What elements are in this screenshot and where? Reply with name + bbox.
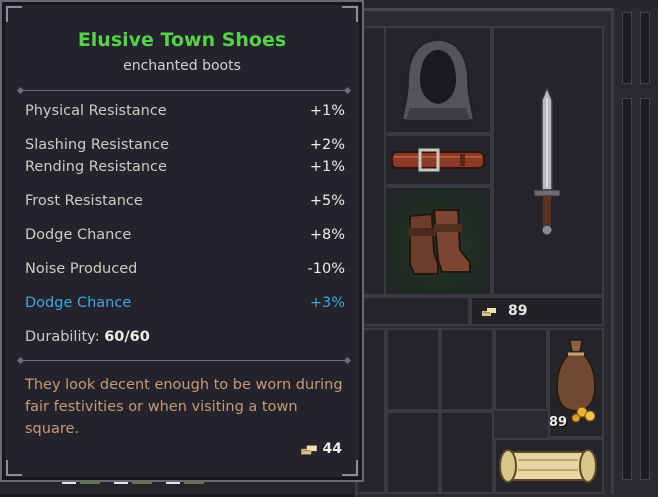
right-pillar (611, 8, 658, 494)
sword-icon[interactable] (530, 86, 564, 238)
inventory-cell[interactable] (386, 411, 440, 494)
inventory-cell[interactable] (440, 411, 494, 494)
stat-value: +8% (309, 227, 345, 243)
stat-value: +1% (309, 103, 345, 119)
corner-ornament (6, 460, 22, 476)
coin-bag-icon[interactable] (552, 334, 600, 424)
stat-row: Frost Resistance +5% (25, 193, 345, 213)
item-price: 44 (322, 441, 342, 457)
lower-slot[interactable] (356, 296, 470, 326)
corner-ornament (342, 6, 358, 22)
scroll-icon[interactable] (498, 444, 598, 488)
divider (22, 360, 346, 361)
item-description: They look decent enough to be worn durin… (25, 377, 343, 437)
stat-name: Physical Resistance (25, 103, 167, 119)
corner-ornament (6, 6, 22, 22)
gold-amount: 89 (508, 303, 528, 319)
divider (22, 90, 346, 91)
stat-name: Dodge Chance (25, 295, 132, 311)
stat-value: +5% (309, 193, 345, 209)
stat-name: Frost Resistance (25, 193, 143, 209)
belt-icon[interactable] (390, 146, 486, 174)
gold-icon (482, 308, 496, 316)
stat-value: -10% (307, 261, 345, 277)
stat-name: Slashing Resistance (25, 137, 170, 153)
stat-value: +2% (309, 137, 345, 153)
item-tooltip: Elusive Town Shoes enchanted boots Physi… (0, 0, 364, 482)
stat-name: Dodge Chance (25, 227, 132, 243)
enchant-stat-row: Dodge Chance +3% (25, 295, 345, 315)
bag-count: 89 (549, 415, 568, 430)
gold-icon (301, 445, 317, 455)
stat-row: Rending Resistance +1% (25, 159, 345, 179)
item-subtitle: enchanted boots (123, 58, 241, 74)
inventory-cell[interactable] (440, 328, 494, 411)
stat-value: +1% (309, 159, 345, 175)
gold-counter: 89 (470, 296, 604, 326)
inventory-cell[interactable] (386, 328, 440, 411)
stat-name: Rending Resistance (25, 159, 167, 175)
hood-icon[interactable] (400, 36, 476, 124)
inventory-cell[interactable] (494, 328, 548, 411)
durability: Durability: 60/60 (25, 329, 150, 345)
stat-name: Noise Produced (25, 261, 138, 277)
corner-ornament (342, 460, 358, 476)
stat-row: Slashing Resistance +2% (25, 137, 345, 157)
stat-row: Noise Produced -10% (25, 261, 345, 281)
durability-value: 60/60 (104, 329, 150, 345)
durability-label: Durability: (25, 329, 100, 345)
stat-row: Physical Resistance +1% (25, 103, 345, 123)
stat-row: Dodge Chance +8% (25, 227, 345, 247)
item-title: Elusive Town Shoes (77, 29, 287, 51)
boots-icon[interactable] (404, 206, 474, 280)
stat-value: +3% (309, 295, 345, 311)
